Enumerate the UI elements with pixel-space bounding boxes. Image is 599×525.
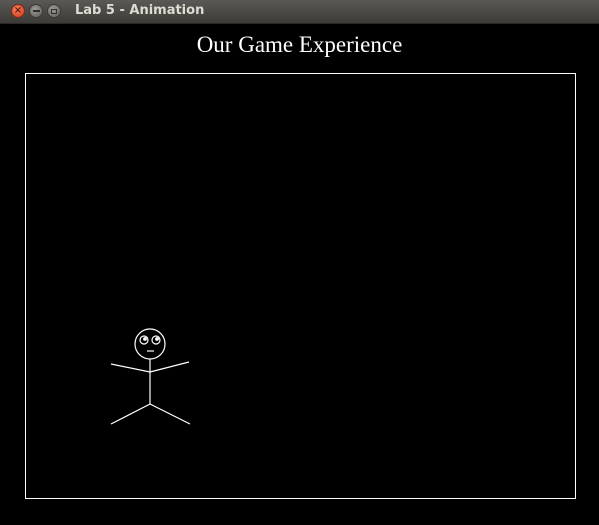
app-window: × Lab 5 - Animation Our Game Experience [0,0,599,525]
window-content: Our Game Experience [0,24,599,525]
window-title: Lab 5 - Animation [75,3,205,18]
stick-figure-left-pupil [143,337,147,341]
stick-figure-right-leg [149,403,191,425]
close-icon: × [13,5,23,16]
stick-figure-right-arm [149,361,190,373]
stick-figure-icon [110,328,191,425]
stick-figure-head [134,328,166,360]
stick-figure-left-arm [110,363,151,373]
game-heading: Our Game Experience [196,32,403,57]
game-canvas[interactable] [25,73,576,499]
stick-figure-left-leg [110,403,151,425]
game-canvas-drawing [110,328,191,425]
title-bar[interactable]: × Lab 5 - Animation [0,0,599,24]
stick-figure-right-pupil [155,337,159,341]
maximize-icon [51,8,57,14]
minimize-button[interactable] [29,4,43,18]
close-button[interactable]: × [11,4,25,18]
maximize-button[interactable] [47,4,61,18]
minimize-icon [32,10,40,12]
